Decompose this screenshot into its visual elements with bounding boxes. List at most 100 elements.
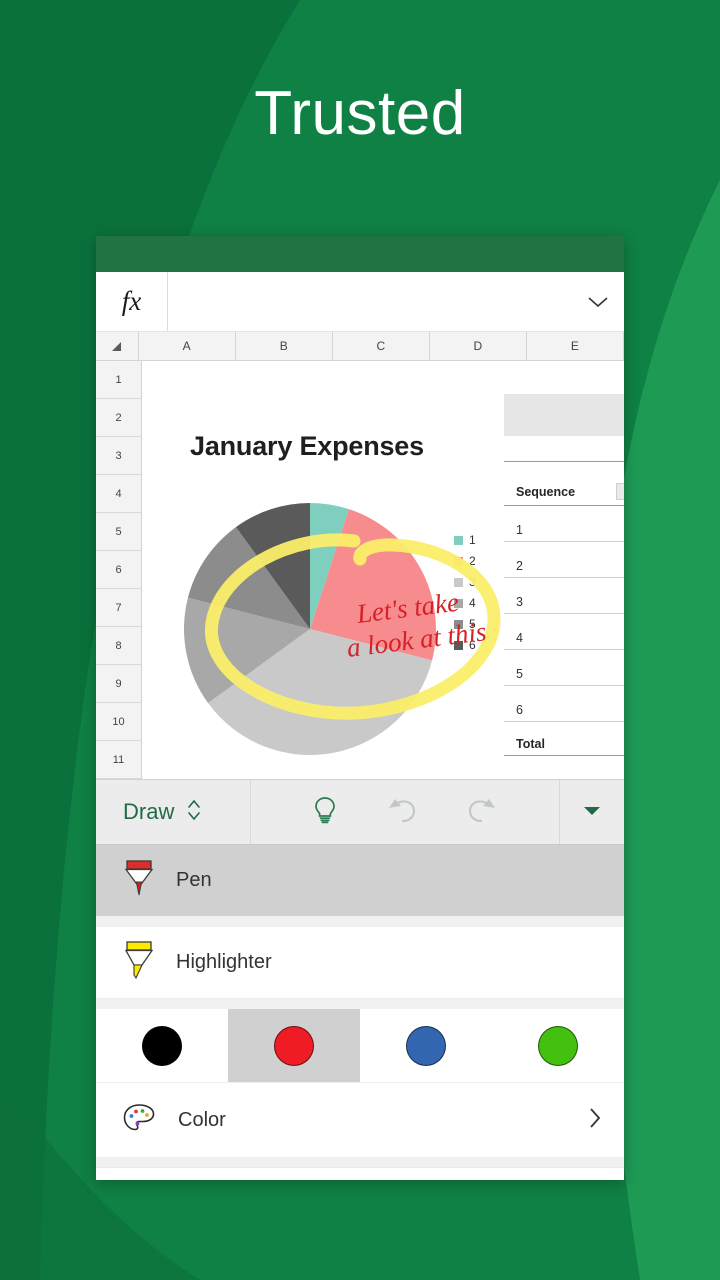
draw-ribbon-bar: Draw	[96, 779, 624, 845]
cell-sequence: 1	[516, 523, 523, 537]
pie-chart-svg	[184, 503, 436, 755]
cell-sequence: 6	[516, 703, 523, 717]
draw-tool-icons	[251, 780, 560, 844]
legend-label-1: 1	[469, 533, 476, 547]
tab-draw-label: Draw	[123, 799, 175, 824]
cell-sequence: 5	[516, 667, 523, 681]
swatch-blue	[406, 1025, 446, 1066]
cell-sequence: 2	[516, 559, 523, 573]
table-top-rule	[504, 461, 624, 462]
legend-item: 4	[454, 596, 476, 610]
tab-draw[interactable]: Draw	[96, 780, 251, 844]
chevron-up-down-icon[interactable]	[186, 797, 202, 828]
legend-label-5: 5	[469, 617, 476, 631]
tool-label-highlighter: Highlighter	[176, 951, 272, 973]
legend-item: 1	[454, 533, 476, 547]
formula-bar: fx	[96, 272, 624, 332]
worksheet-grid: 1 2 3 4 5 6 7 8 9 10 11 January Expenses	[96, 361, 624, 779]
row-header-4[interactable]: 4	[96, 475, 141, 513]
summary-label-box: Summa	[504, 394, 624, 436]
column-header-e[interactable]: E	[527, 332, 624, 360]
color-swatch-row	[96, 1009, 624, 1083]
table-total-row: Total	[504, 722, 624, 756]
legend-label-2: 2	[469, 554, 476, 568]
legend-label-3: 3	[469, 575, 476, 589]
sheet-content[interactable]: January Expenses 1 2 3 4 5 6 Sequence 1 …	[142, 361, 624, 779]
table-header-row: Sequence	[504, 478, 624, 506]
ribbon-overflow-button[interactable]	[560, 780, 624, 844]
table-row: 5 A	[504, 650, 624, 686]
chart-legend: 1 2 3 4 5 6	[454, 533, 476, 652]
legend-label-4: 4	[469, 596, 476, 610]
row-header-8[interactable]: 8	[96, 627, 141, 665]
row-header-6[interactable]: 6	[96, 551, 141, 589]
row-header-1[interactable]: 1	[96, 361, 141, 399]
row-header-2[interactable]: 2	[96, 399, 141, 437]
fx-icon[interactable]: fx	[96, 272, 168, 331]
row-header-7[interactable]: 7	[96, 589, 141, 627]
swatch-cell-red[interactable]	[228, 1009, 360, 1082]
list-separator	[96, 999, 624, 1009]
table-row: 3 A	[504, 578, 624, 614]
pie-chart[interactable]	[182, 499, 442, 761]
table-row: 1 A	[504, 506, 624, 542]
pen-icon	[122, 858, 156, 903]
legend-swatch-1	[454, 535, 463, 545]
legend-swatch-6	[454, 640, 463, 650]
tool-item-pen[interactable]: Pen	[96, 845, 624, 917]
legend-item: 2	[454, 554, 476, 568]
legend-item: 5	[454, 617, 476, 631]
table-row: 4 A	[504, 614, 624, 650]
column-header-a[interactable]: A	[139, 332, 236, 360]
palette-icon	[122, 1102, 158, 1139]
caret-down-icon	[583, 803, 601, 821]
menu-label-color: Color	[178, 1108, 226, 1131]
legend-swatch-4	[454, 598, 463, 608]
ideas-lightbulb-icon[interactable]	[312, 795, 338, 830]
select-all-triangle-icon[interactable]	[96, 332, 139, 360]
column-header-b[interactable]: B	[236, 332, 333, 360]
total-label: Total	[516, 737, 545, 751]
legend-swatch-3	[454, 577, 463, 587]
table-row: 6 A	[504, 686, 624, 722]
column-header-c[interactable]: C	[333, 332, 430, 360]
list-separator	[96, 1157, 624, 1167]
row-header-5[interactable]: 5	[96, 513, 141, 551]
tool-label-pen: Pen	[176, 869, 212, 891]
menu-item-color[interactable]: Color	[96, 1083, 624, 1157]
legend-label-6: 6	[469, 638, 476, 652]
swatch-cell-green[interactable]	[492, 1009, 624, 1082]
row-header-column: 1 2 3 4 5 6 7 8 9 10 11	[96, 361, 142, 779]
app-top-bar	[96, 236, 624, 272]
column-header-d[interactable]: D	[430, 332, 527, 360]
swatch-cell-blue[interactable]	[360, 1009, 492, 1082]
tool-item-highlighter[interactable]: Highlighter	[96, 927, 624, 999]
swatch-green	[538, 1025, 578, 1066]
column-header-row: A B C D E	[96, 332, 624, 361]
row-header-10[interactable]: 10	[96, 703, 141, 741]
legend-item: 6	[454, 638, 476, 652]
cell-sequence: 3	[516, 595, 523, 609]
table-row: 2 A	[504, 542, 624, 578]
swatch-cell-black[interactable]	[96, 1009, 228, 1082]
filter-dropdown-icon[interactable]	[616, 483, 624, 500]
summary-table: Sequence 1 A 2 A 3	[504, 461, 624, 756]
legend-swatch-5	[454, 619, 463, 629]
list-item[interactable]	[96, 1167, 624, 1180]
list-separator	[96, 917, 624, 927]
highlighter-icon	[122, 939, 156, 986]
swatch-red	[274, 1025, 314, 1066]
page-title: Trusted	[254, 79, 466, 148]
undo-icon[interactable]	[386, 796, 418, 829]
excel-app-window: fx A B C D E 1 2 3 4 5 6 7 8 9 10 11 Jan…	[96, 236, 624, 1180]
redo-icon[interactable]	[466, 796, 498, 829]
swatch-black	[142, 1025, 182, 1066]
chevron-down-icon[interactable]	[572, 272, 624, 331]
promo-screenshot: Trusted fx A B C D E 1 2 3 4 5 6 7 8 9 1…	[0, 0, 720, 1280]
row-header-3[interactable]: 3	[96, 437, 141, 475]
legend-swatch-2	[454, 556, 463, 566]
chevron-right-icon[interactable]	[588, 1106, 602, 1135]
formula-input[interactable]	[168, 272, 572, 331]
row-header-11[interactable]: 11	[96, 741, 141, 779]
row-header-9[interactable]: 9	[96, 665, 141, 703]
